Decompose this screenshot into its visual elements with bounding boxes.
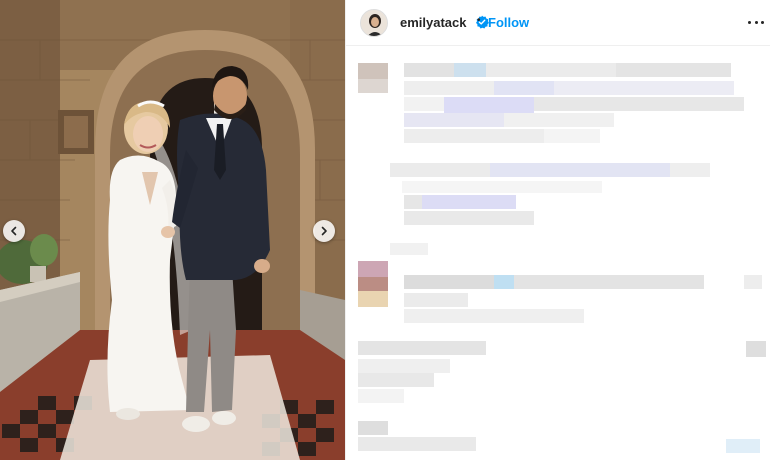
- pixel-block: [504, 113, 614, 127]
- pixel-block: [554, 81, 734, 95]
- pixel-block: [358, 291, 388, 307]
- pixel-block: [444, 97, 534, 113]
- pixel-block: [616, 63, 731, 77]
- pixel-block: [358, 277, 388, 291]
- carousel-next-button[interactable]: [313, 220, 335, 242]
- pixel-block: [670, 163, 710, 177]
- pixel-block: [404, 275, 494, 289]
- pixel-block: [514, 275, 704, 289]
- pixel-block: [534, 97, 744, 111]
- pixel-block: [454, 63, 486, 77]
- more-options-icon[interactable]: [748, 14, 764, 30]
- pixel-block: [358, 261, 388, 277]
- pixel-block: [746, 341, 766, 357]
- author-username[interactable]: emilyatack: [400, 15, 467, 30]
- pixel-block: [494, 275, 514, 289]
- post-photo[interactable]: [0, 0, 345, 460]
- obscured-comments: [346, 47, 770, 460]
- pixel-block: [358, 79, 388, 93]
- pixel-block: [390, 163, 490, 177]
- follow-button[interactable]: Follow: [488, 15, 529, 30]
- pixel-block: [404, 211, 534, 225]
- pixel-block: [358, 341, 486, 355]
- pixel-block: [544, 129, 600, 143]
- pixel-block: [358, 63, 388, 79]
- pixel-block: [390, 243, 428, 255]
- pixel-block: [404, 293, 468, 307]
- pixel-block: [358, 421, 388, 435]
- pixel-block: [358, 389, 404, 403]
- pixel-block: [490, 163, 670, 177]
- chevron-left-icon: [11, 226, 17, 236]
- pixel-block: [404, 129, 544, 143]
- wedding-photo-illustration: [0, 0, 345, 460]
- post-header: emilyatack • Follow: [346, 0, 770, 46]
- pixel-block: [358, 359, 450, 373]
- carousel-previous-button[interactable]: [3, 220, 25, 242]
- pixel-block: [404, 97, 444, 111]
- pixel-block: [404, 113, 504, 127]
- post-side-panel: emilyatack • Follow: [345, 0, 770, 460]
- pixel-block: [402, 181, 602, 193]
- pixel-block: [404, 309, 584, 323]
- chevron-right-icon: [321, 226, 327, 236]
- header-separator: •: [477, 15, 481, 26]
- pixel-block: [358, 437, 476, 451]
- pixel-block: [422, 195, 516, 209]
- pixel-block: [486, 63, 616, 77]
- pixel-block: [404, 63, 454, 77]
- avatar-image: [361, 10, 387, 36]
- pixel-block: [404, 81, 494, 95]
- pixel-block: [744, 275, 762, 289]
- author-avatar[interactable]: [360, 9, 388, 37]
- pixel-block: [494, 81, 554, 95]
- instagram-post: emilyatack • Follow: [0, 0, 770, 460]
- pixel-block: [358, 373, 434, 387]
- pixel-block: [726, 439, 760, 453]
